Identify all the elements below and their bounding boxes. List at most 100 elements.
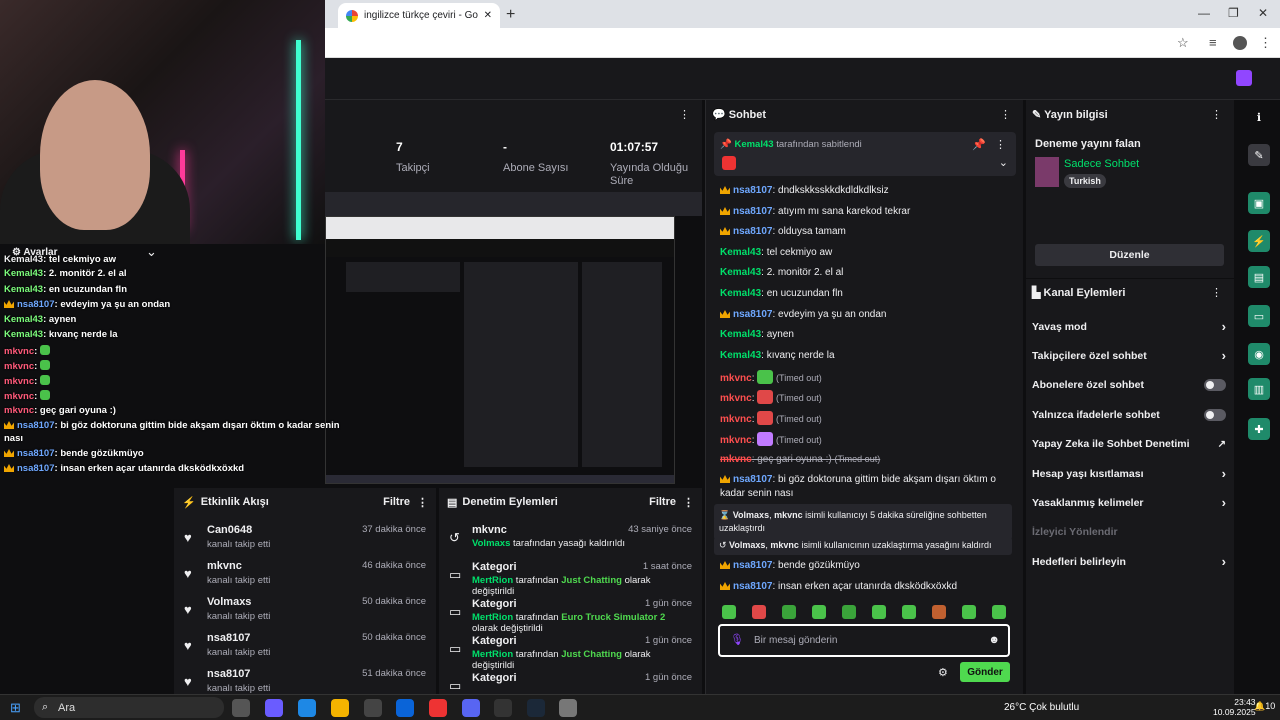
category-link[interactable]: Sadece Sohbet — [1064, 158, 1139, 170]
address-bar[interactable]: ☆ ≡ ⋮ — [325, 28, 1280, 58]
activity-time: 51 dakika önce — [362, 668, 426, 679]
close-tab-icon[interactable]: ✕ — [484, 10, 492, 21]
broadcast-icon[interactable]: ◉ — [1248, 343, 1270, 365]
weather-widget[interactable]: 26°C Çok bulutlu — [1004, 702, 1079, 713]
emote-icon[interactable] — [872, 605, 886, 619]
copilot-icon[interactable] — [265, 699, 283, 717]
emote-icon[interactable] — [722, 605, 736, 619]
unban-icon: ↺ — [449, 530, 460, 545]
pinned-message[interactable]: 📌 Kemal43 tarafından sabitlendi 📌 ⋮ ⌄ — [714, 132, 1016, 176]
emote-picker-icon[interactable]: ☻ — [988, 634, 1000, 646]
pinned-menu-icon[interactable]: ⋮ — [995, 138, 1006, 151]
layout-icon[interactable]: ▥ — [1248, 378, 1270, 400]
overlay-chat-line: mkvnc: — [4, 375, 50, 387]
clip-icon[interactable]: ▣ — [1248, 192, 1270, 214]
mod-item[interactable]: ▭ Kategori MertRion tarafından Euro Truck … — [439, 594, 702, 634]
notification-icon[interactable]: 🔔10 — [1254, 701, 1275, 712]
restore-button[interactable]: ❐ — [1228, 6, 1239, 20]
channel-action-7[interactable]: Yasaklanmış kelimeler › — [1032, 488, 1226, 517]
wrench-icon[interactable]: ✚ — [1248, 418, 1270, 440]
channel-action-3[interactable]: Abonelere özel sohbet — [1032, 371, 1226, 400]
chat-menu-icon[interactable]: ⋮ — [1000, 108, 1011, 121]
edit-button[interactable]: Düzenle — [1035, 244, 1224, 266]
activity-menu-icon[interactable]: ⋮ — [417, 496, 428, 509]
taskbar-search[interactable]: ⌕ Ara — [34, 697, 224, 718]
toggle-switch[interactable] — [1204, 408, 1226, 421]
actions-menu-icon[interactable]: ⋮ — [1211, 286, 1222, 299]
notes-icon[interactable]: ▤ — [1248, 266, 1270, 288]
channel-action-1[interactable]: Yavaş mod › — [1032, 312, 1226, 341]
chat-input[interactable]: 🎙 Bir mesaj gönderin ☻ — [718, 624, 1010, 657]
chat-settings-icon[interactable]: ⚙ — [938, 666, 948, 679]
emote-icon[interactable] — [812, 605, 826, 619]
lightning-icon[interactable]: ⚡ — [1248, 230, 1270, 252]
bookmark-star-icon[interactable]: ☆ — [1177, 35, 1189, 51]
channel-action-2[interactable]: Takipçilere özel sohbet › — [1032, 341, 1226, 370]
media-icon[interactable]: ≡ — [1209, 35, 1217, 50]
channel-action-9[interactable]: Hedefleri belirleyin › — [1032, 547, 1226, 576]
file-explorer-icon[interactable] — [331, 699, 349, 717]
emote-icon[interactable] — [932, 605, 946, 619]
edit-icon[interactable]: ✎ — [1248, 144, 1270, 166]
twitch-logo-icon[interactable] — [1236, 70, 1252, 86]
emote-icon[interactable] — [842, 605, 856, 619]
channel-action-8[interactable]: İzleyici Yönlendir — [1032, 518, 1226, 547]
mod-rest: tarafından yasağı kaldırıldı — [510, 538, 625, 549]
task-view-icon[interactable] — [232, 699, 250, 717]
minimize-button[interactable]: — — [1198, 6, 1210, 20]
stats-menu-icon[interactable]: ⋮ — [679, 108, 690, 121]
browser-tab[interactable]: ingilizce türkçe çeviri - Google ✕ — [338, 3, 500, 28]
channel-action-6[interactable]: Hesap yaşı kısıtlaması › — [1032, 459, 1226, 488]
window-close-button[interactable]: ✕ — [1258, 6, 1268, 20]
store-icon[interactable] — [364, 699, 382, 717]
profile-avatar[interactable] — [1233, 36, 1247, 50]
send-button[interactable]: Gönder — [960, 662, 1010, 682]
overlay-text: : — [34, 346, 38, 357]
chevron-down-icon[interactable]: ⌄ — [999, 156, 1008, 169]
mod-item[interactable]: ↺ mkvnc Volmaxs tarafından yasağı kaldırıl… — [439, 520, 702, 557]
activity-item[interactable]: ♥ Volmaxs kanalı takip etti 50 dakika önce — [174, 592, 436, 628]
chat-bubble-icon[interactable]: ▭ — [1248, 305, 1270, 327]
chevron-down-icon[interactable]: ⌄ — [146, 244, 157, 260]
activity-item[interactable]: ♥ Can0648 kanalı takip etti 37 dakika önce — [174, 520, 436, 556]
emote-icon[interactable] — [962, 605, 976, 619]
crown-badge-icon — [720, 475, 730, 483]
action-label: Takipçilere özel sohbet — [1032, 349, 1147, 362]
overlay-user: nsa8107 — [17, 448, 55, 459]
chrome-icon[interactable] — [429, 699, 447, 717]
emote-icon[interactable] — [992, 605, 1006, 619]
outlook-icon[interactable] — [396, 699, 414, 717]
windows-start-icon[interactable]: ⊞ — [10, 700, 21, 716]
emote-icon[interactable] — [902, 605, 916, 619]
mod-item[interactable]: ▭ Kategori 1 gün önce — [439, 668, 702, 694]
menu-dots-icon[interactable]: ⋮ — [1259, 35, 1272, 51]
activity-item[interactable]: ♥ nsa8107 kanalı takip etti 50 dakika önce — [174, 628, 436, 664]
mod-actor: MertRion — [472, 575, 514, 586]
info-icon[interactable]: ℹ — [1248, 106, 1270, 128]
mic-icon[interactable]: 🎙 — [730, 633, 744, 646]
toggle-switch[interactable] — [1204, 379, 1226, 392]
obs-icon[interactable] — [494, 699, 512, 717]
discord-icon[interactable] — [462, 699, 480, 717]
edge-icon[interactable] — [298, 699, 316, 717]
tag-badge[interactable]: Turkish — [1064, 174, 1106, 188]
pin-icon[interactable]: 📌 — [972, 138, 986, 151]
emote-icon[interactable] — [752, 605, 766, 619]
activity-item[interactable]: ♥ mkvnc kanalı takip etti 46 dakika önce — [174, 556, 436, 592]
mod-category: Just Chatting — [561, 649, 622, 660]
steam-icon[interactable] — [527, 699, 545, 717]
app-icon[interactable] — [559, 699, 577, 717]
mod-item[interactable]: ▭ Kategori MertRion tarafından Just Chatti… — [439, 557, 702, 597]
activity-item[interactable]: ♥ nsa8107 kanalı takip etti 51 dakika önce — [174, 664, 436, 694]
chat-text: : kıvanç nerde la — [761, 350, 835, 361]
emote-icon[interactable] — [782, 605, 796, 619]
info-menu-icon[interactable]: ⋮ — [1211, 108, 1222, 121]
new-tab-button[interactable]: + — [506, 6, 515, 24]
mod-filter-button[interactable]: Filtre — [649, 496, 676, 508]
mod-menu-icon[interactable]: ⋮ — [683, 496, 694, 509]
channel-action-5[interactable]: Yapay Zeka ile Sohbet Denetimi ↗ — [1032, 430, 1226, 459]
mod-item[interactable]: ▭ Kategori MertRion tarafından Just Chatti… — [439, 631, 702, 671]
activity-filter-button[interactable]: Filtre — [383, 496, 410, 508]
clock[interactable]: 23:43 10.09.2025 — [1213, 697, 1256, 717]
channel-action-4[interactable]: Yalnızca ifadelerle sohbet — [1032, 400, 1226, 429]
